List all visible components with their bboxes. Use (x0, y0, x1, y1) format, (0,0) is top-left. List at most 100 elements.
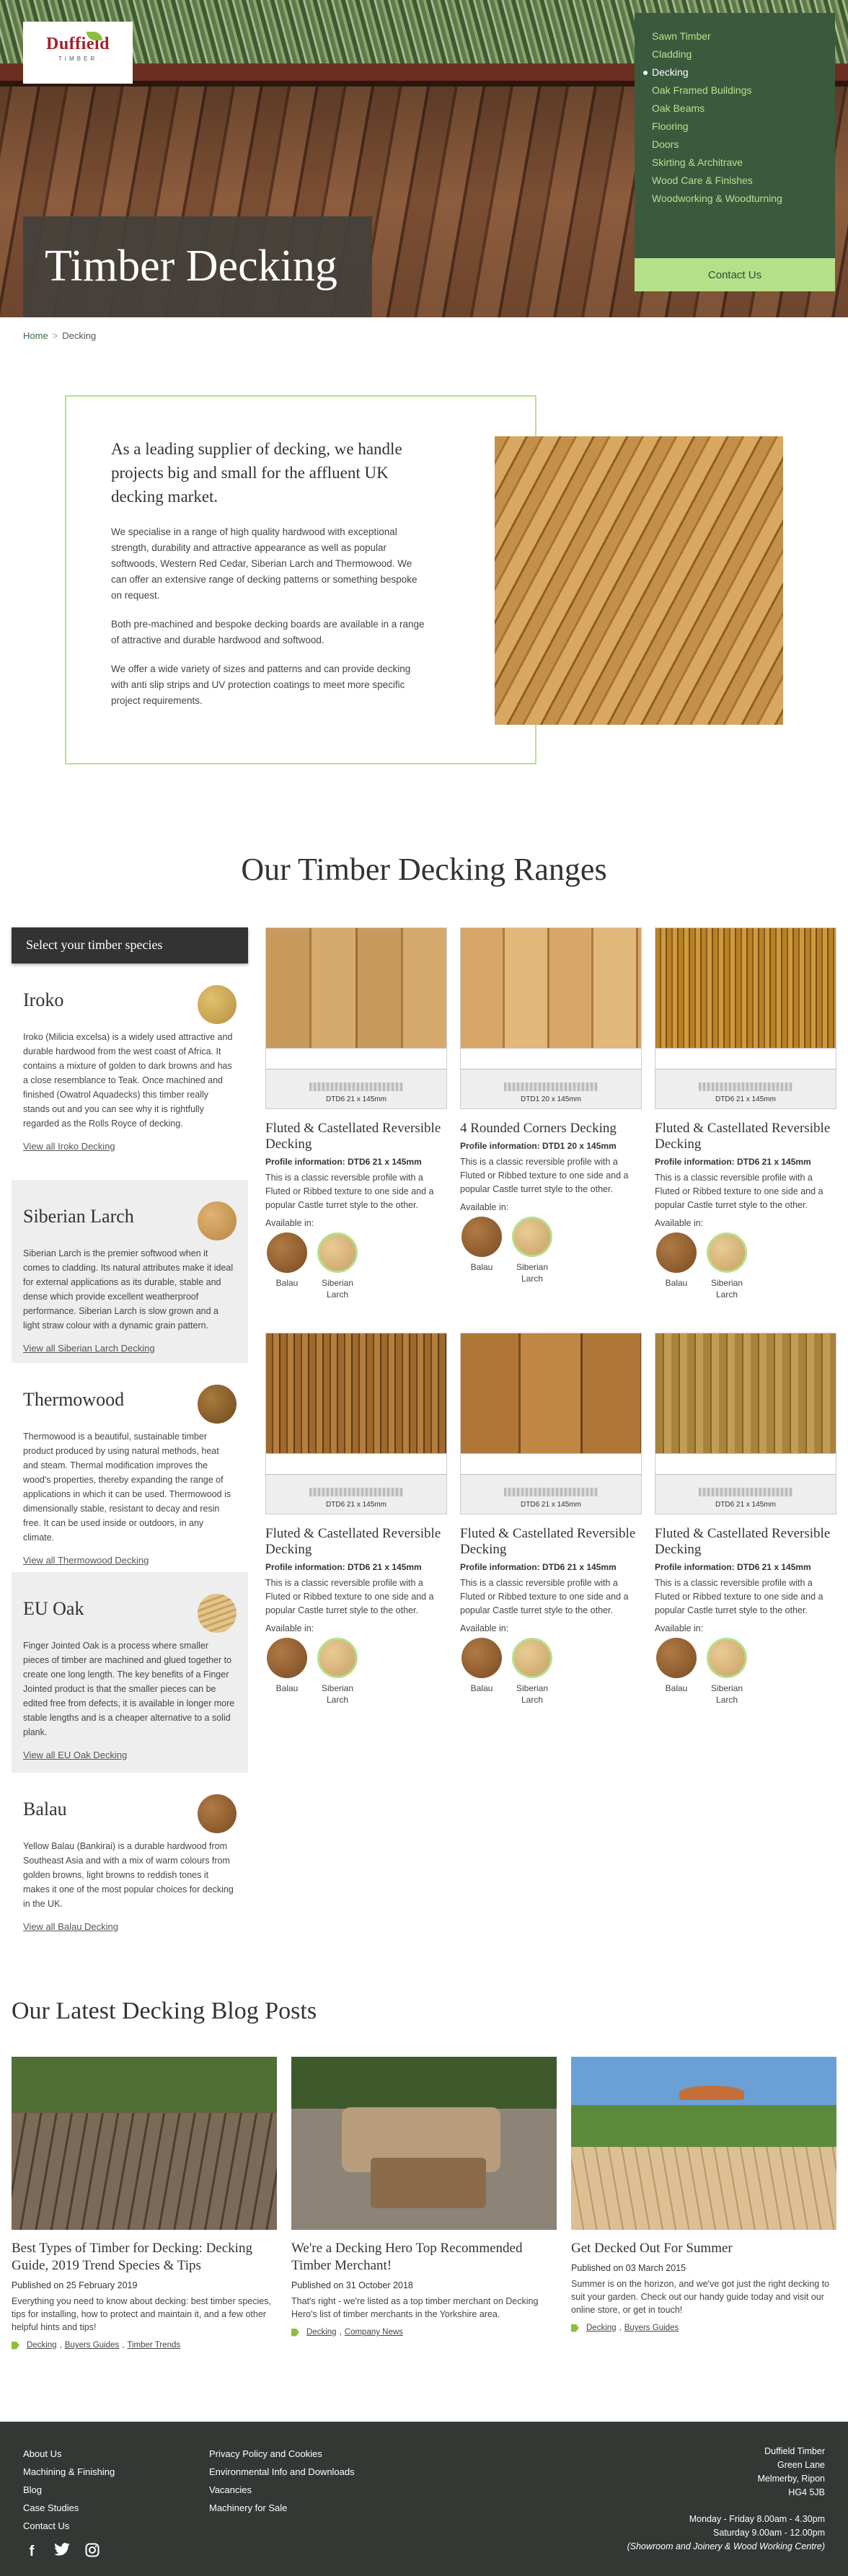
product-card[interactable]: DTD6 21 x 145mm Fluted & Castellated Rev… (655, 1333, 836, 1706)
nav-item-cladding[interactable]: Cladding (652, 45, 818, 63)
breadcrumb-home-link[interactable]: Home (23, 330, 48, 341)
swatch-siberian-larch[interactable]: Siberian Larch (316, 1638, 359, 1706)
footer-link-about[interactable]: About Us (23, 2445, 115, 2463)
siberian-larch-swatch (198, 1201, 237, 1240)
swatch-siberian-larch[interactable]: Siberian Larch (511, 1638, 554, 1706)
blog-post-image[interactable] (12, 2057, 277, 2230)
view-thermowood-link[interactable]: View all Thermowood Decking (23, 1555, 237, 1566)
swatch-balau[interactable]: Balau (460, 1638, 503, 1706)
view-eu-oak-link[interactable]: View all EU Oak Decking (23, 1750, 237, 1760)
swatch-siberian-larch[interactable]: Siberian Larch (705, 1638, 748, 1706)
species-eu-oak: EU Oak Finger Jointed Oak is a process w… (12, 1572, 248, 1773)
tag-link[interactable]: Decking (306, 2328, 337, 2337)
view-balau-link[interactable]: View all Balau Decking (23, 1921, 237, 1932)
tag-link[interactable]: Timber Trends (127, 2341, 180, 2350)
product-title[interactable]: Fluted & Castellated Reversible Decking (460, 1526, 642, 1558)
footer-address: Duffield Timber Green Lane Melmerby, Rip… (627, 2445, 825, 2554)
swatch-balau[interactable]: Balau (655, 1232, 698, 1300)
main-nav: Sawn Timber Cladding Decking Oak Framed … (635, 13, 835, 258)
product-card[interactable]: DTD6 21 x 145mm Fluted & Castellated Rev… (265, 927, 447, 1300)
nav-item-flooring[interactable]: Flooring (652, 118, 818, 136)
blog-post-image[interactable] (291, 2057, 557, 2230)
intro-text: As a leading supplier of decking, we han… (111, 437, 428, 722)
view-siberian-larch-link[interactable]: View all Siberian Larch Decking (23, 1343, 237, 1354)
tag-link[interactable]: Buyers Guides (624, 2324, 679, 2332)
tag-link[interactable]: Buyers Guides (65, 2341, 119, 2350)
logo-name: Duffield (46, 35, 110, 53)
tag-link[interactable]: Decking (586, 2324, 617, 2332)
footer-link-machinery[interactable]: Machinery for Sale (209, 2499, 355, 2517)
site-logo[interactable]: Duffield TIMBER (23, 22, 133, 84)
swatch-siberian-larch[interactable]: Siberian Larch (511, 1217, 554, 1284)
swatch-balau[interactable]: Balau (655, 1638, 698, 1706)
contact-us-button[interactable]: Contact Us (635, 258, 835, 291)
swatch-siberian-larch[interactable]: Siberian Larch (705, 1232, 748, 1300)
tag-link[interactable]: Decking (27, 2341, 57, 2350)
available-label: Available in: (460, 1202, 509, 1212)
social-links: f (23, 2543, 101, 2560)
thermowood-swatch (198, 1385, 237, 1424)
product-title[interactable]: 4 Rounded Corners Decking (460, 1121, 642, 1137)
page-title: Timber Decking (23, 216, 372, 317)
product-card[interactable]: DTD1 20 x 145mm 4 Rounded Corners Deckin… (460, 927, 642, 1284)
twitter-icon[interactable] (53, 2543, 71, 2560)
iroko-swatch (198, 985, 237, 1024)
blog-post-image[interactable] (571, 2057, 836, 2230)
swatch-balau[interactable]: Balau (265, 1232, 309, 1300)
product-title[interactable]: Fluted & Castellated Reversible Decking (655, 1121, 836, 1152)
balau-swatch (198, 1794, 237, 1833)
nav-item-doors[interactable]: Doors (652, 136, 818, 154)
tag-link[interactable]: Company News (345, 2328, 403, 2337)
blog-post-title[interactable]: We're a Decking Hero Top Recommended Tim… (291, 2240, 557, 2275)
nav-item-wood-care[interactable]: Wood Care & Finishes (652, 172, 818, 190)
footer-link-privacy[interactable]: Privacy Policy and Cookies (209, 2445, 355, 2463)
opening-hours-note: (Showroom and Joinery & Wood Working Cen… (627, 2541, 825, 2551)
product-title[interactable]: Fluted & Castellated Reversible Decking (265, 1121, 447, 1152)
nav-item-decking[interactable]: Decking (643, 63, 818, 81)
swatch-siberian-larch[interactable]: Siberian Larch (316, 1232, 359, 1300)
product-dimension: DTD6 21 x 145mm (655, 1082, 836, 1103)
footer-link-case-studies[interactable]: Case Studies (23, 2499, 115, 2517)
product-dimension: DTD6 21 x 145mm (266, 1488, 446, 1509)
ranges-heading: Our Timber Decking Ranges (241, 852, 607, 887)
facebook-icon[interactable]: f (23, 2543, 40, 2560)
footer-link-machining[interactable]: Machining & Finishing (23, 2463, 115, 2481)
product-info: Profile information: DTD6 21 x 145mm (460, 1562, 617, 1572)
eu-oak-swatch (198, 1594, 237, 1633)
nav-item-oak-framed-buildings[interactable]: Oak Framed Buildings (652, 81, 818, 100)
decking-photo (495, 436, 783, 725)
blog-post-title[interactable]: Get Decked Out For Summer (571, 2240, 836, 2257)
opening-hours-weekday: Monday - Friday 8.00am - 4.30pm (689, 2514, 825, 2524)
blog-post[interactable]: Get Decked Out For Summer Published on 0… (571, 2057, 836, 2332)
available-label: Available in: (265, 1218, 314, 1228)
view-iroko-link[interactable]: View all Iroko Decking (23, 1141, 237, 1152)
available-label: Available in: (265, 1623, 314, 1633)
product-title[interactable]: Fluted & Castellated Reversible Decking (265, 1526, 447, 1558)
footer-link-environment[interactable]: Environmental Info and Downloads (209, 2463, 355, 2481)
swatch-balau[interactable]: Balau (265, 1638, 309, 1706)
footer-link-contact[interactable]: Contact Us (23, 2517, 115, 2535)
instagram-icon[interactable] (84, 2543, 101, 2560)
blog-post-date: Published on 25 February 2019 (12, 2280, 138, 2290)
product-card[interactable]: DTD6 21 x 145mm Fluted & Castellated Rev… (265, 1333, 447, 1706)
product-card[interactable]: DTD6 21 x 145mm Fluted & Castellated Rev… (460, 1333, 642, 1706)
product-title[interactable]: Fluted & Castellated Reversible Decking (655, 1526, 836, 1558)
footer-link-blog[interactable]: Blog (23, 2481, 115, 2499)
species-iroko: Iroko Iroko (Milicia excelsa) is a widel… (12, 963, 248, 1180)
product-dimension: DTD6 21 x 145mm (655, 1488, 836, 1509)
footer-links-2: Privacy Policy and Cookies Environmental… (209, 2445, 355, 2517)
nav-item-oak-beams[interactable]: Oak Beams (652, 100, 818, 118)
nav-item-sawn-timber[interactable]: Sawn Timber (652, 27, 818, 45)
species-description: Yellow Balau (Bankirai) is a durable har… (23, 1841, 234, 1909)
swatch-balau[interactable]: Balau (460, 1217, 503, 1284)
product-info: Profile information: DTD6 21 x 145mm (655, 1562, 811, 1572)
species-description: Finger Jointed Oak is a process where sm… (23, 1641, 235, 1737)
blog-post[interactable]: We're a Decking Hero Top Recommended Tim… (291, 2057, 557, 2337)
blog-post-title[interactable]: Best Types of Timber for Decking: Deckin… (12, 2240, 277, 2275)
blog-post[interactable]: Best Types of Timber for Decking: Deckin… (12, 2057, 277, 2350)
footer-link-vacancies[interactable]: Vacancies (209, 2481, 355, 2499)
product-dimension: DTD6 21 x 145mm (461, 1488, 641, 1509)
product-card[interactable]: DTD6 21 x 145mm Fluted & Castellated Rev… (655, 927, 836, 1300)
nav-item-skirting[interactable]: Skirting & Architrave (652, 154, 818, 172)
nav-item-woodworking[interactable]: Woodworking & Woodturning (652, 190, 818, 208)
